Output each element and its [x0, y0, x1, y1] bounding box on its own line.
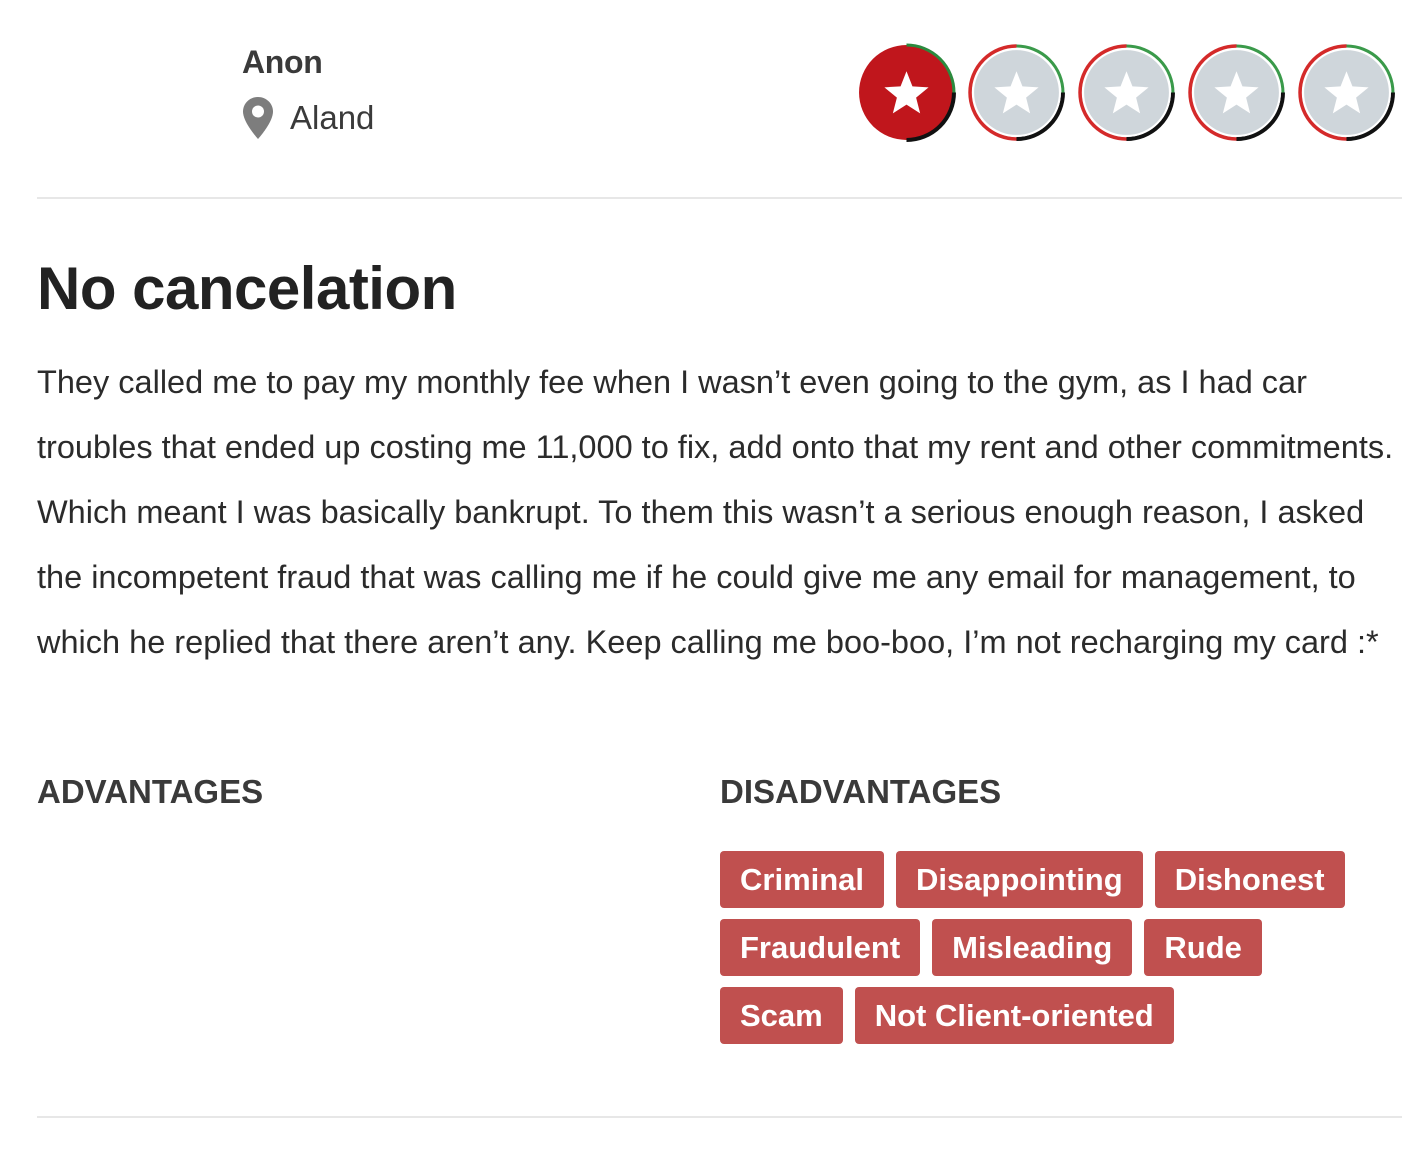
reviewer-location: Aland [242, 96, 374, 140]
disadvantage-tag: Disappointing [896, 851, 1143, 908]
review-body: They called me to pay my monthly fee whe… [37, 364, 1394, 660]
divider [37, 1116, 1402, 1118]
map-pin-icon [243, 97, 273, 139]
reviewer-info: Anon Aland [242, 42, 374, 140]
star-rating [856, 42, 1397, 143]
star-empty-icon [968, 44, 1065, 141]
disadvantage-tag: Rude [1144, 919, 1262, 976]
star-empty-icon [1188, 44, 1285, 141]
review-title: No cancelation [37, 255, 457, 322]
disadvantages-heading: DISADVANTAGES [720, 773, 1002, 810]
disadvantage-tag: Criminal [720, 851, 885, 908]
reviewer-name: Anon [242, 44, 323, 80]
star-filled-icon [859, 43, 956, 142]
advantages-heading: ADVANTAGES [37, 773, 264, 810]
review-card: Anon Aland No cancelation They called me… [0, 0, 1422, 1157]
divider [37, 197, 1402, 199]
disadvantage-tag: Not Client-oriented [854, 987, 1174, 1044]
reviewer-location-text: Aland [290, 99, 375, 136]
disadvantage-tag: Misleading [932, 919, 1133, 976]
disadvantage-tag: Fraudulent [720, 919, 921, 976]
disadvantages-tags: Criminal Disappointing Dishonest Fraudulent… [720, 851, 1390, 1044]
star-empty-icon [1298, 44, 1395, 141]
disadvantage-tag: Dishonest [1154, 851, 1345, 908]
disadvantage-tag: Scam [720, 987, 843, 1044]
star-empty-icon [1078, 44, 1175, 141]
